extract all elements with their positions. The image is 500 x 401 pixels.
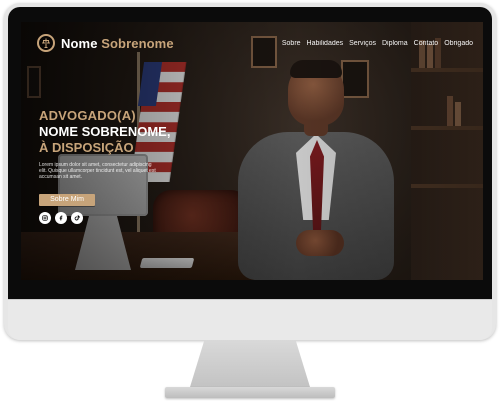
monitor-stand-neck: [190, 340, 310, 387]
lawyer-portrait: [226, 60, 406, 280]
logo-emblem-icon: [37, 34, 55, 52]
shelf-divider: [411, 126, 483, 130]
nav-item-contato[interactable]: Contato: [414, 40, 439, 47]
nav-item-habilidades[interactable]: Habilidades: [307, 40, 344, 47]
brand[interactable]: Nome Sobrenome: [37, 34, 174, 52]
wall-picture-frame: [27, 66, 41, 98]
monitor: Nome Sobrenome Sobre Habilidades Serviço…: [4, 3, 496, 340]
site-header: Nome Sobrenome Sobre Habilidades Serviço…: [21, 22, 483, 64]
keyboard: [139, 258, 195, 268]
monitor-chin: [8, 299, 492, 340]
nav-item-servicos[interactable]: Serviços: [349, 40, 376, 47]
brand-last-name: Sobrenome: [101, 35, 174, 51]
hero-subtitle: À DISPOSIÇÃO: [39, 140, 134, 156]
hero-section: ADVOGADO(A) NOME SOBRENOME, À DISPOSIÇÃO…: [39, 108, 199, 224]
hands: [296, 230, 344, 256]
instagram-link[interactable]: [39, 211, 51, 224]
scales-icon: [42, 38, 50, 48]
shelf-divider: [411, 68, 483, 72]
about-me-button[interactable]: Sobre Mim: [39, 193, 95, 206]
tiktok-icon: [74, 215, 80, 221]
facebook-icon: [59, 215, 63, 221]
desktop-computer-stand: [75, 216, 131, 270]
nav-item-obrigado[interactable]: Obrigado: [444, 40, 473, 47]
book: [447, 96, 453, 126]
shelf-divider: [411, 184, 483, 188]
monitor-stand-base: [165, 387, 335, 398]
nav-item-diploma[interactable]: Diploma: [382, 40, 408, 47]
facebook-link[interactable]: [55, 211, 67, 224]
hero-kicker: ADVOGADO(A): [39, 108, 136, 123]
brand-name: Nome Sobrenome: [61, 36, 174, 51]
instagram-icon: [42, 215, 48, 221]
social-links: [39, 211, 199, 224]
book: [455, 102, 461, 126]
website-screen: Nome Sobrenome Sobre Habilidades Serviço…: [21, 22, 483, 280]
hero-title: NOME SOBRENOME,: [39, 124, 171, 139]
tiktok-link[interactable]: [71, 211, 83, 224]
nav-item-sobre[interactable]: Sobre: [282, 40, 301, 47]
brand-first-name: Nome: [61, 35, 98, 51]
hero-description: Lorem ipsum dolor sit amet, consectetur …: [39, 161, 156, 181]
top-navigation: Sobre Habilidades Serviços Diploma Conta…: [282, 40, 473, 47]
